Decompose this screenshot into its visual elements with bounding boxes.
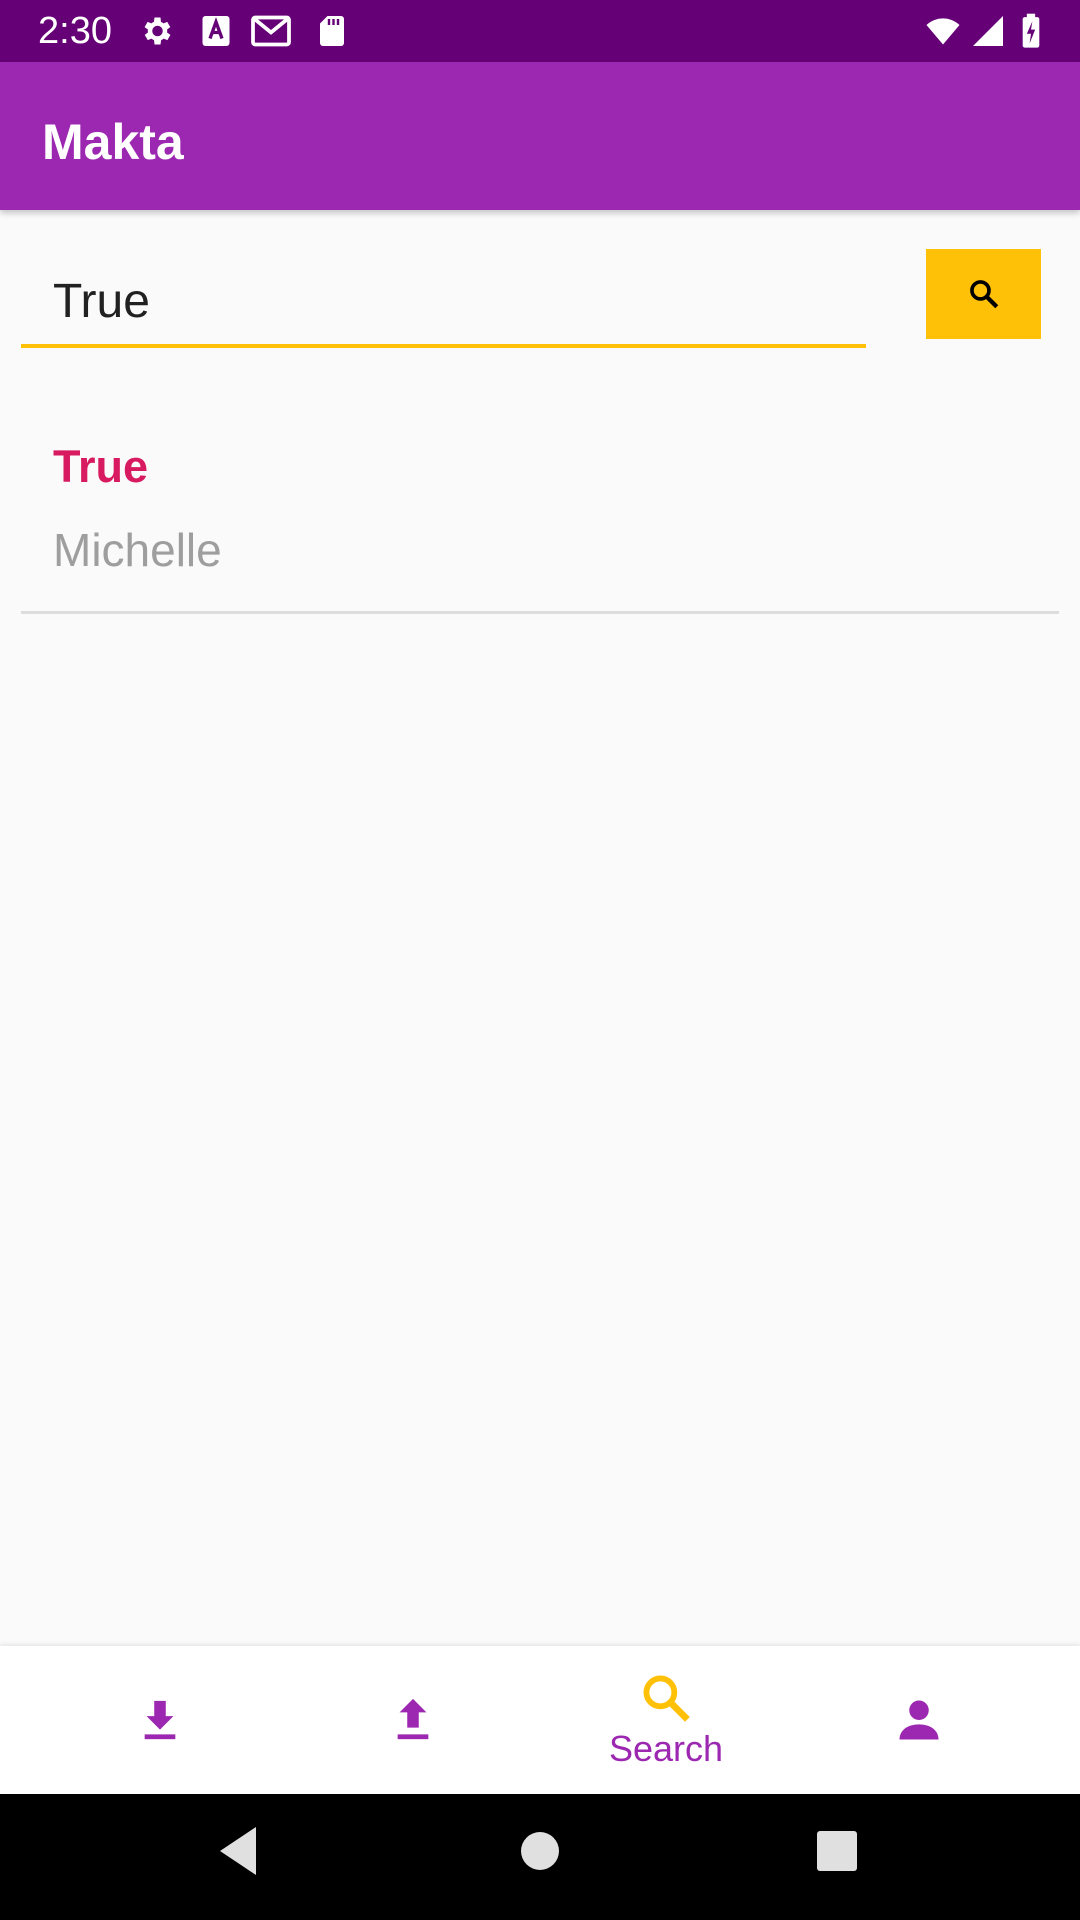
gmail-icon bbox=[251, 15, 291, 47]
battery-charging-icon bbox=[1022, 13, 1040, 48]
result-title: True bbox=[53, 441, 149, 492]
nav-label-search: Search bbox=[608, 1728, 724, 1769]
app-title: Makta bbox=[42, 114, 184, 170]
download-icon bbox=[144, 1700, 176, 1740]
settings-icon bbox=[144, 17, 171, 45]
search-button[interactable] bbox=[926, 249, 1041, 339]
wifi-icon bbox=[926, 18, 960, 45]
nav-item-download[interactable] bbox=[34, 1646, 286, 1794]
home-icon[interactable] bbox=[519, 1830, 561, 1872]
nav-item-profile[interactable] bbox=[793, 1646, 1045, 1794]
status-time: 2:30 bbox=[38, 10, 112, 52]
search-input[interactable] bbox=[21, 258, 866, 348]
status-bar: 2:30 bbox=[0, 0, 1080, 62]
nav-item-upload[interactable] bbox=[287, 1646, 539, 1794]
search-icon bbox=[969, 280, 998, 309]
a-notification-icon bbox=[202, 16, 230, 46]
system-navigation-bar bbox=[0, 1794, 1080, 1920]
bottom-navigation: Search bbox=[0, 1646, 1080, 1794]
result-subtitle: Michelle bbox=[53, 524, 222, 576]
recents-icon[interactable] bbox=[816, 1830, 858, 1872]
upload-icon bbox=[397, 1698, 429, 1740]
sd-card-icon bbox=[320, 16, 344, 46]
search-icon bbox=[643, 1675, 690, 1722]
person-icon bbox=[899, 1700, 939, 1740]
back-icon[interactable] bbox=[216, 1825, 260, 1877]
list-item[interactable]: True Michelle bbox=[21, 420, 1059, 614]
nav-item-search[interactable]: Search bbox=[540, 1646, 792, 1794]
app-bar: Makta bbox=[0, 62, 1080, 210]
cell-signal-icon bbox=[973, 16, 1003, 46]
